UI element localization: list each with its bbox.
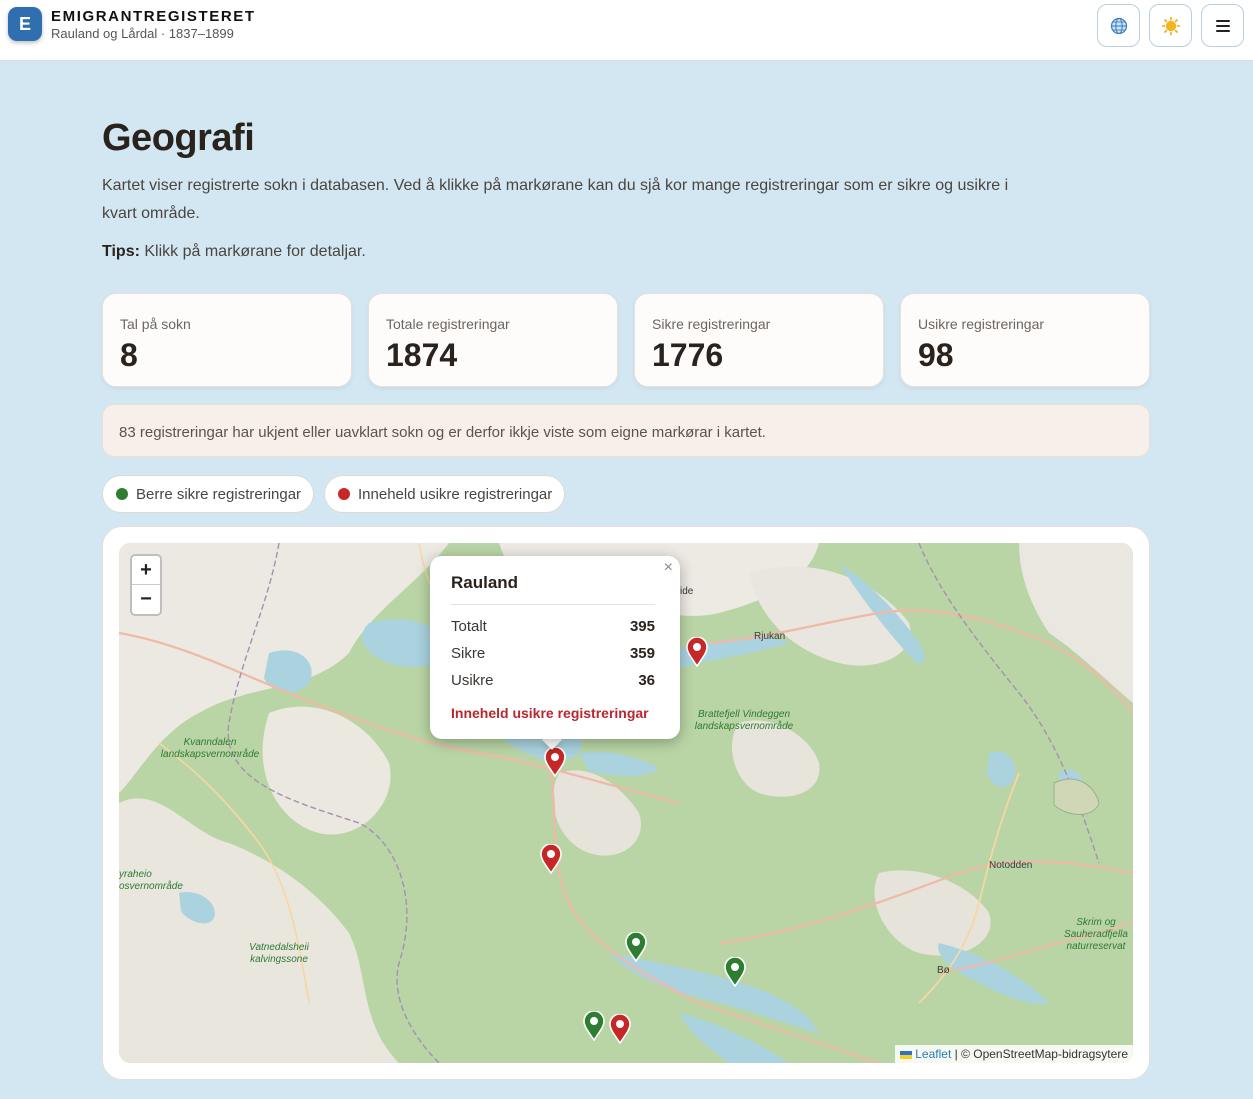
stat-card-certain: Sikre registreringar 1776 (634, 293, 884, 387)
park-label-brattefjell: Brattefjell Vindeggen landskapsvernområd… (694, 709, 794, 732)
map-marker-uncertain[interactable] (540, 844, 562, 874)
place-label-partial: ide (680, 586, 694, 597)
place-label-rjukan: Rjukan (754, 631, 786, 642)
marker-popup: × Rauland Totalt 395 Sikre 359 Usikre 36… (430, 556, 680, 739)
tips-label: Tips: (102, 243, 140, 260)
tips-body: Klikk på markørane for detaljar. (139, 243, 366, 260)
stat-label: Sikre registreringar (652, 316, 771, 332)
map-view[interactable]: Rjukan Notodden Bø ide Brattefjell Vinde… (119, 543, 1133, 1063)
page-title: Geografi (102, 117, 255, 159)
popup-row-label: Totalt (451, 618, 487, 635)
map-marker-uncertain[interactable] (686, 637, 708, 667)
popup-row-value: 395 (629, 618, 655, 635)
stat-value: 98 (918, 337, 954, 373)
map-marker-uncertain[interactable] (544, 747, 566, 777)
map-marker-certain[interactable] (724, 957, 746, 987)
unknown-parish-notice: 83 registreringar har ukjent eller uavkl… (102, 404, 1150, 457)
ukraine-flag-icon (900, 1050, 913, 1059)
menu-button[interactable] (1201, 4, 1244, 47)
legend-label: Berre sikre registreringar (136, 485, 302, 503)
sun-icon (1161, 16, 1180, 35)
theme-toggle-button[interactable] (1149, 4, 1192, 47)
place-label-notodden: Notodden (989, 860, 1033, 871)
stat-value: 1874 (386, 337, 458, 373)
app-logo[interactable]: E (8, 7, 42, 41)
stat-value: 8 (120, 337, 138, 373)
popup-row-certain: Sikre 359 (451, 645, 655, 662)
legend-dot-green (116, 488, 128, 500)
park-label-partial: yraheio osvernområde (119, 869, 183, 892)
top-header: E EMIGRANTREGISTERET Rauland og Lårdal ·… (0, 0, 1253, 61)
popup-row-value: 359 (629, 645, 655, 662)
zoom-control: + − (130, 554, 162, 616)
popup-close-button[interactable]: × (664, 559, 673, 577)
intro-text: Kartet viser registrerte sokn i database… (102, 177, 1009, 222)
park-label-skrim: Skrim og Sauheradfjella naturreservat (1064, 917, 1128, 952)
park-label-vatnedalsheii: Vatnedalsheii kalvingssone (249, 942, 309, 965)
popup-status: Inneheld usikre registreringar (451, 705, 649, 721)
map-marker-certain[interactable] (625, 932, 647, 962)
popup-row-value: 36 (638, 672, 655, 689)
popup-row-label: Usikre (451, 672, 494, 689)
zoom-in-button[interactable]: + (132, 556, 160, 585)
leaflet-link[interactable]: Leaflet (915, 1047, 951, 1061)
legend-dot-red (338, 488, 350, 500)
map-marker-certain[interactable] (583, 1011, 605, 1041)
popup-row-label: Sikre (451, 645, 486, 662)
legend-certain: Berre sikre registreringar (102, 475, 315, 513)
tips-text: Tips: Klikk på markørane for detaljar. (102, 243, 366, 261)
osm-attribution: | © OpenStreetMap-bidragsytere (951, 1047, 1128, 1061)
stat-label: Usikre registreringar (918, 316, 1045, 332)
stat-card-uncertain: Usikre registreringar 98 (900, 293, 1150, 387)
popup-title: Rauland (451, 573, 519, 592)
place-label-bo: Bø (937, 965, 950, 976)
stat-value: 1776 (652, 337, 724, 373)
stat-label: Tal på sokn (120, 316, 191, 332)
globe-icon (1110, 17, 1127, 34)
stat-label: Totale registreringar (386, 316, 510, 332)
hamburger-menu-icon (1215, 19, 1230, 32)
park-label-kvanndalen: Kvanndalen landskapsvernområde (160, 737, 260, 760)
stat-card-total: Totale registreringar 1874 (368, 293, 618, 387)
app-subtitle: Rauland og Lårdal · 1837–1899 (51, 26, 234, 41)
map-attribution: Leaflet | © OpenStreetMap-bidragsytere (895, 1045, 1133, 1063)
legend-label: Inneheld usikre registreringar (358, 485, 553, 503)
popup-divider (451, 604, 655, 605)
map-marker-uncertain[interactable] (609, 1014, 631, 1044)
stat-card-parishes: Tal på sokn 8 (102, 293, 352, 387)
popup-row-uncertain: Usikre 36 (451, 672, 655, 689)
popup-row-total: Totalt 395 (451, 618, 655, 635)
language-button[interactable] (1097, 4, 1140, 47)
zoom-out-button[interactable]: − (132, 585, 160, 614)
legend-uncertain: Inneheld usikre registreringar (324, 475, 566, 513)
app-title[interactable]: EMIGRANTREGISTERET (51, 8, 256, 25)
